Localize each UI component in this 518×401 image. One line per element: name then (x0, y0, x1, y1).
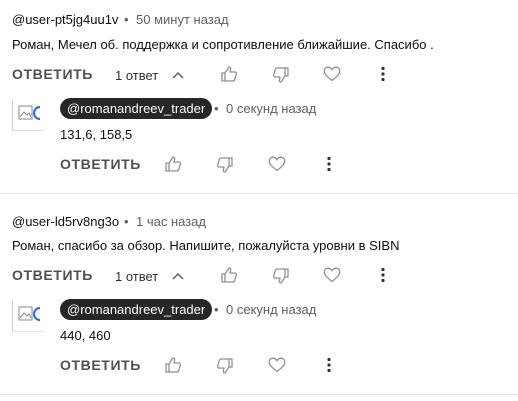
heart-icon[interactable] (268, 357, 286, 373)
chevron-up-icon[interactable] (171, 68, 185, 82)
broken-image-icon (18, 105, 41, 121)
reply-toolbar: ОТВЕТИТЬ (60, 356, 350, 376)
comment-author[interactable]: @user-pt5jg4uu1v (12, 12, 118, 27)
heart-icon[interactable] (323, 267, 341, 283)
thumbs-up-icon[interactable] (164, 155, 182, 173)
reply-time[interactable]: 0 секунд назад (226, 101, 316, 116)
reply-text: 131,6, 158,5 (60, 127, 133, 142)
chevron-up-icon[interactable] (171, 269, 185, 283)
heart-icon[interactable] (268, 156, 286, 172)
reply-button[interactable]: ОТВЕТИТЬ (60, 357, 141, 373)
separator-dot: • (124, 12, 129, 27)
reply-time[interactable]: 0 секунд назад (226, 302, 316, 317)
comment-toolbar: ОТВЕТИТЬ 1 ответ (12, 266, 442, 286)
divider (0, 193, 518, 194)
separator-dot: • (214, 101, 219, 116)
comment-time[interactable]: 1 час назад (136, 214, 206, 229)
reply-button[interactable]: ОТВЕТИТЬ (12, 66, 93, 82)
more-vertical-icon[interactable] (326, 357, 332, 373)
divider (0, 394, 518, 395)
comment-text: Роман, Мечел об. поддержка и сопротивлен… (12, 37, 434, 52)
reply-button[interactable]: ОТВЕТИТЬ (60, 156, 141, 172)
replies-toggle-label[interactable]: 1 ответ (115, 68, 158, 83)
comment-text: Роман, спасибо за обзор. Напишите, пожал… (12, 238, 400, 253)
more-vertical-icon[interactable] (380, 66, 386, 82)
comment-toolbar: ОТВЕТИТЬ 1 ответ (12, 65, 442, 85)
reply-text: 440, 460 (60, 328, 111, 343)
thumbs-down-icon[interactable] (216, 357, 234, 375)
separator-dot: • (214, 302, 219, 317)
comment-time[interactable]: 50 минут назад (136, 12, 229, 27)
reply-toolbar: ОТВЕТИТЬ (60, 155, 350, 175)
broken-image-icon (18, 306, 41, 322)
thumbs-up-icon[interactable] (220, 266, 238, 284)
thumbs-down-icon[interactable] (216, 156, 234, 174)
comment-author[interactable]: @user-ld5rv8ng3o (12, 214, 119, 229)
thumbs-up-icon[interactable] (164, 356, 182, 374)
avatar[interactable] (12, 300, 44, 332)
thumbs-down-icon[interactable] (272, 66, 290, 84)
more-vertical-icon[interactable] (380, 267, 386, 283)
avatar[interactable] (12, 99, 44, 131)
thumbs-down-icon[interactable] (272, 267, 290, 285)
thumbs-up-icon[interactable] (220, 65, 238, 83)
replies-toggle-label[interactable]: 1 ответ (115, 269, 158, 284)
separator-dot: • (124, 214, 129, 229)
reply-button[interactable]: ОТВЕТИТЬ (12, 267, 93, 283)
reply-author-chip[interactable]: @romanandreev_trader (60, 98, 213, 119)
reply-author-chip[interactable]: @romanandreev_trader (60, 299, 213, 320)
heart-icon[interactable] (323, 66, 341, 82)
more-vertical-icon[interactable] (326, 156, 332, 172)
